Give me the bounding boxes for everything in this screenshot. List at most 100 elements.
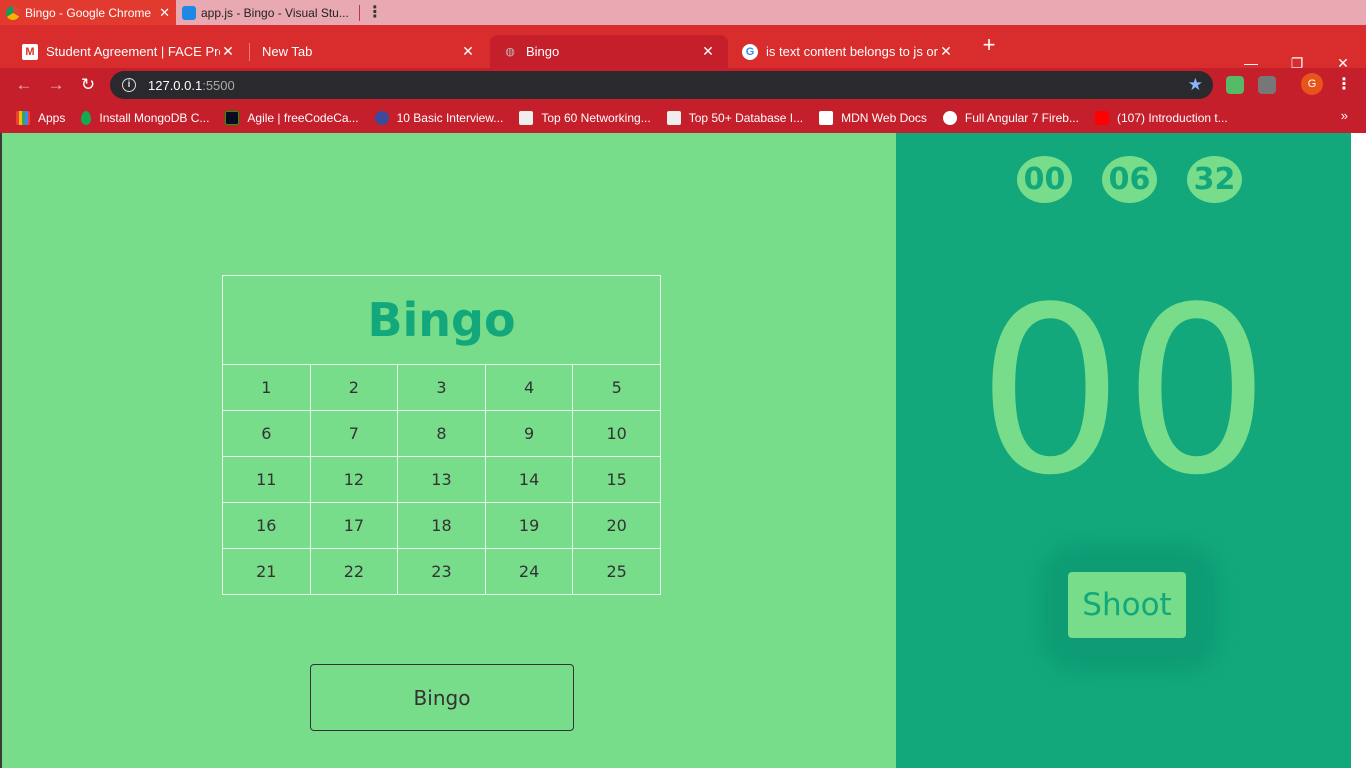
bookmark-label: Agile | freeCodeCa... — [247, 110, 359, 125]
board-cell[interactable]: 5 — [572, 364, 661, 411]
board-cell[interactable]: 23 — [397, 548, 486, 595]
bookmark-item[interactable]: MDN Web Docs — [819, 110, 927, 125]
tab-search[interactable]: G is text content belongs to js or jq ✕ — [730, 35, 966, 68]
shoot-button[interactable]: Shoot — [1068, 572, 1186, 638]
board-cell[interactable]: 19 — [484, 502, 574, 549]
url-port: :5500 — [202, 77, 235, 93]
board-row: 12345 — [222, 364, 661, 411]
tab-bingo[interactable]: ◍ Bingo ✕ — [490, 35, 728, 68]
board-cell[interactable]: 11 — [222, 456, 311, 503]
board-cell[interactable]: 17 — [309, 502, 399, 549]
vscode-icon — [181, 5, 196, 20]
more-icon[interactable]: ⋮ — [364, 0, 386, 25]
board-cell[interactable]: 24 — [484, 548, 574, 595]
board-cell[interactable]: 4 — [484, 364, 574, 411]
forward-icon[interactable]: → — [44, 73, 68, 97]
board-cell[interactable]: 3 — [397, 364, 486, 411]
close-icon[interactable]: ✕ — [938, 43, 954, 60]
os-item-chrome[interactable]: Bingo - Google Chrome ✕ — [0, 0, 176, 25]
board-cell[interactable]: 15 — [572, 456, 661, 503]
bookmark-item[interactable]: Top 50+ Database I... — [666, 110, 804, 125]
board-cell[interactable]: 1 — [222, 364, 311, 411]
youtube-icon — [1094, 110, 1109, 125]
bookmark-label: Full Angular 7 Fireb... — [964, 110, 1079, 125]
timer-seconds: 32 — [1187, 156, 1242, 203]
close-icon[interactable]: ✕ — [159, 5, 170, 21]
bookmarks-bar: Apps Install MongoDB C... Agile | freeCo… — [0, 102, 1366, 133]
chrome-icon — [6, 5, 20, 20]
bookmark-item[interactable]: 10 Basic Interview... — [374, 110, 503, 125]
board-cell[interactable]: 12 — [309, 456, 399, 503]
new-tab-button[interactable]: + — [976, 33, 1002, 59]
os-item-vscode[interactable]: app.js - Bingo - Visual Stu... — [176, 0, 355, 25]
reload-icon[interactable]: ↻ — [76, 73, 100, 97]
board-title: Bingo — [222, 275, 661, 365]
timer-hours: 00 — [1017, 156, 1072, 203]
bookmark-item[interactable]: Full Angular 7 Fireb... — [942, 110, 1079, 125]
close-icon[interactable]: ✕ — [700, 43, 716, 60]
board-cell[interactable]: 10 — [572, 410, 661, 457]
globe-icon: ◍ — [505, 46, 515, 58]
tab-label: is text content belongs to js or jq — [766, 44, 938, 59]
board-cell[interactable]: 21 — [222, 548, 311, 595]
close-icon[interactable]: ✕ — [460, 43, 476, 60]
board-cell[interactable]: 14 — [484, 456, 574, 503]
url-host: 127.0.0.1 — [148, 77, 203, 93]
bookmark-item[interactable]: (107) Introduction t... — [1094, 110, 1228, 125]
mongodb-icon — [81, 110, 92, 125]
back-icon[interactable]: ← — [12, 73, 36, 97]
tab-student-agreement[interactable]: M Student Agreement | FACE ProGr ✕ — [10, 35, 248, 68]
bookmark-label: (107) Introduction t... — [1116, 110, 1228, 125]
board-cell[interactable]: 9 — [484, 410, 574, 457]
browser-toolbar: ← → ↻ i 127.0.0.1:5500 ★ — [0, 68, 1366, 102]
board-cell[interactable]: 6 — [222, 410, 311, 457]
freecodecamp-icon — [225, 110, 240, 125]
board-cell[interactable]: 20 — [572, 502, 661, 549]
bookmark-item[interactable]: Agile | freeCodeCa... — [225, 110, 359, 125]
board-cell[interactable]: 7 — [309, 410, 399, 457]
bookmark-apps[interactable]: Apps — [16, 110, 65, 125]
os-taskbar: Bingo - Google Chrome ✕ app.js - Bingo -… — [0, 0, 1366, 25]
extension-icon[interactable] — [1226, 76, 1244, 94]
bookmark-label: Install MongoDB C... — [99, 110, 210, 125]
bookmark-label: Top 60 Networking... — [541, 110, 651, 125]
menu-icon[interactable]: ⋮ — [1336, 74, 1352, 94]
info-icon[interactable]: i — [122, 78, 136, 92]
os-item-label: Bingo - Google Chrome — [25, 5, 152, 20]
board-cell[interactable]: 2 — [309, 364, 399, 411]
divider — [358, 4, 360, 21]
address-bar[interactable]: i 127.0.0.1:5500 ★ — [110, 71, 1213, 99]
board-cell[interactable]: 8 — [397, 410, 486, 457]
board-cell[interactable]: 13 — [397, 456, 486, 503]
board-row: 21 22 23 24 25 — [222, 548, 661, 595]
bookmark-star-icon[interactable]: ★ — [1188, 75, 1203, 95]
board-cell[interactable]: 18 — [397, 502, 486, 549]
tab-label: Bingo — [526, 44, 560, 59]
avatar[interactable]: G — [1301, 73, 1323, 95]
tab-new-tab[interactable]: New Tab ✕ — [250, 35, 488, 68]
tab-label: New Tab — [262, 44, 313, 59]
apps-icon — [16, 110, 30, 125]
scrollbar[interactable] — [1351, 133, 1366, 768]
shield-icon — [374, 110, 389, 125]
board-cell[interactable]: 16 — [222, 502, 311, 549]
chevron-right-icon[interactable]: » — [1341, 108, 1348, 123]
close-icon[interactable]: ✕ — [220, 43, 236, 60]
google-icon: G — [742, 43, 758, 60]
bingo-board: Bingo 1 2 3 4 5 6 7 8 9 10 11 12 13 14 15 16 17 18 19 20 21 2… — [222, 275, 661, 595]
board-cell[interactable]: 25 — [572, 548, 661, 595]
page-content: Bingo 1 2 3 4 5 6 7 8 9 10 11 12 13 14 15 16 17 18 19 20 21 2… — [0, 133, 1366, 768]
gmail-icon: M — [22, 43, 38, 60]
react-icon — [942, 110, 957, 125]
tab-strip: M Student Agreement | FACE ProGr ✕ New T… — [0, 25, 1366, 71]
current-number: 00 — [977, 259, 1270, 526]
bookmark-item[interactable]: Top 60 Networking... — [519, 110, 651, 125]
bookmark-label: Top 50+ Database I... — [688, 110, 804, 125]
extension-icon[interactable] — [1258, 76, 1276, 94]
bingo-button[interactable]: Bingo — [310, 664, 574, 731]
url-text: 127.0.0.1:5500 — [148, 78, 235, 93]
board-row: 11 12 13 14 15 — [222, 456, 661, 503]
tab-label: Student Agreement | FACE ProGr — [46, 44, 220, 59]
bookmark-item[interactable]: Install MongoDB C... — [81, 110, 210, 125]
board-cell[interactable]: 22 — [309, 548, 399, 595]
